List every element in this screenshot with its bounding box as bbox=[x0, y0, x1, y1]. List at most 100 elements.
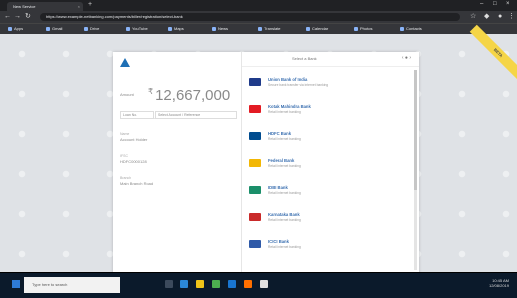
bank-option[interactable]: Union Bank of India Secure bank transfer … bbox=[242, 72, 412, 98]
bookmark-label: YouTube bbox=[132, 26, 148, 31]
bookmark-label: Apps bbox=[14, 26, 24, 31]
app-icon[interactable] bbox=[260, 280, 268, 288]
amount-value: 12,667,000 bbox=[155, 87, 231, 104]
bookmark-item[interactable]: News bbox=[212, 26, 228, 32]
tab-title: New Service bbox=[13, 4, 36, 9]
menu-icon[interactable]: ⋮ bbox=[508, 13, 515, 21]
bookmark-item[interactable]: Photos bbox=[354, 26, 372, 32]
bank-logo-icon bbox=[249, 213, 261, 221]
bank-description: Retail internet banking bbox=[268, 164, 301, 168]
currency-symbol: ₹ bbox=[148, 87, 154, 96]
task-view-icon[interactable] bbox=[165, 280, 173, 288]
bookmark-item[interactable]: Contacts bbox=[400, 26, 422, 32]
minimize-icon[interactable]: – bbox=[480, 1, 483, 7]
field-value: Account Holder bbox=[120, 137, 148, 142]
bank-description: Retail internet banking bbox=[268, 110, 301, 114]
bookmark-label: Translate bbox=[264, 26, 281, 31]
profile-icon[interactable]: ● bbox=[498, 13, 502, 21]
amount-label: Amount bbox=[120, 92, 134, 97]
close-icon[interactable]: × bbox=[78, 2, 80, 11]
bank-picker-header: Select a Bank ‹ ● › bbox=[242, 52, 419, 67]
pager-controls[interactable]: ‹ ● › bbox=[402, 55, 411, 61]
bank-description: Retail internet banking bbox=[268, 245, 301, 249]
field-value: Main Branch Road bbox=[120, 181, 154, 186]
bookmark-label: Gmail bbox=[52, 26, 63, 31]
window-close-icon[interactable]: × bbox=[506, 1, 510, 7]
address-bar-row: ← → ↻ https://www.example-netbanking.com… bbox=[0, 11, 517, 23]
maximize-icon[interactable]: □ bbox=[493, 1, 497, 7]
bank-name: Karnataka Bank bbox=[268, 212, 300, 217]
app-logo-icon bbox=[120, 58, 130, 67]
field-value: HDFC0000128 bbox=[120, 159, 147, 164]
bank-option[interactable]: HDFC Bank Retail internet banking bbox=[242, 126, 412, 152]
chrome-icon[interactable] bbox=[212, 280, 220, 288]
bookmark-item[interactable]: YouTube bbox=[126, 26, 148, 32]
bookmark-icon bbox=[84, 26, 88, 31]
bookmark-item[interactable]: Maps bbox=[168, 26, 184, 32]
bookmark-icon bbox=[168, 26, 172, 31]
bookmark-icon bbox=[258, 26, 262, 31]
edge-icon[interactable] bbox=[180, 280, 188, 288]
scrollbar-thumb[interactable] bbox=[414, 70, 417, 190]
browser-tab[interactable]: New Service × bbox=[7, 2, 83, 11]
bank-logo-icon bbox=[249, 132, 261, 140]
taskbar-search-input[interactable]: Type here to search bbox=[24, 277, 120, 293]
beta-ribbon: BETA bbox=[469, 24, 517, 82]
bank-description: Secure bank transfer via internet bankin… bbox=[268, 83, 329, 87]
bookmark-item[interactable]: Calendar bbox=[306, 26, 328, 32]
bank-option[interactable]: Kotak Mahindra Bank Retail internet banki… bbox=[242, 99, 412, 125]
bank-option[interactable]: Karnataka Bank Retail internet banking bbox=[242, 207, 412, 233]
forward-icon[interactable]: → bbox=[14, 13, 21, 21]
back-icon[interactable]: ← bbox=[4, 13, 11, 21]
payment-card: Amount ₹12,667,000 Loan No. Select Accou… bbox=[113, 52, 419, 282]
amount-display: ₹12,667,000 bbox=[148, 87, 230, 104]
bank-name: Kotak Mahindra Bank bbox=[268, 104, 311, 109]
bookmark-icon bbox=[46, 26, 50, 31]
bookmark-icon bbox=[212, 26, 216, 31]
star-icon[interactable]: ☆ bbox=[470, 13, 476, 21]
bookmark-icon bbox=[400, 26, 404, 31]
bank-name: Union Bank of India bbox=[268, 77, 308, 82]
bookmark-icon bbox=[126, 26, 130, 31]
mail-icon[interactable] bbox=[228, 280, 236, 288]
extension-icon[interactable]: ◆ bbox=[484, 13, 489, 21]
bank-name: ICICI Bank bbox=[268, 239, 289, 244]
bank-name: IDBI Bank bbox=[268, 185, 288, 190]
windows-start-icon[interactable] bbox=[12, 280, 20, 288]
bookmark-label: News bbox=[218, 26, 229, 31]
bookmark-item[interactable]: Apps bbox=[8, 26, 23, 32]
file-explorer-icon[interactable] bbox=[196, 280, 204, 288]
bookmark-icon bbox=[8, 26, 12, 31]
bookmark-label: Maps bbox=[174, 26, 184, 31]
reload-icon[interactable]: ↻ bbox=[25, 13, 31, 21]
bank-logo-icon bbox=[249, 78, 261, 86]
url-input[interactable]: https://www.example-netbanking.com/payme… bbox=[40, 13, 460, 21]
bank-picker-title: Select a Bank bbox=[292, 56, 317, 61]
bookmark-item[interactable]: Translate bbox=[258, 26, 281, 32]
bank-logo-icon bbox=[249, 186, 261, 194]
bookmark-item[interactable]: Drive bbox=[84, 26, 99, 32]
branch-field: Branch Main Branch Road bbox=[120, 176, 153, 186]
ifsc-field: IFSC HDFC0000128 bbox=[120, 154, 147, 164]
scrollbar[interactable] bbox=[414, 70, 417, 270]
bank-description: Retail internet banking bbox=[268, 218, 301, 222]
account-select[interactable]: Select Account / Reference bbox=[155, 111, 237, 119]
bookmarks-bar: Apps Gmail Drive YouTube Maps News Translate Ca… bbox=[0, 23, 517, 34]
bank-option[interactable]: Federal Bank Retail internet banking bbox=[242, 153, 412, 179]
bookmark-label: Drive bbox=[90, 26, 100, 31]
store-icon[interactable] bbox=[244, 280, 252, 288]
loan-number-field[interactable]: Loan No. bbox=[120, 111, 154, 119]
clock-date: 12/08/2019 bbox=[488, 283, 509, 288]
bank-option[interactable]: ICICI Bank Retail internet banking bbox=[242, 234, 412, 260]
bookmark-label: Photos bbox=[360, 26, 373, 31]
bookmark-icon bbox=[354, 26, 358, 31]
page-background: BETA Amount ₹12,667,000 Loan No. Select … bbox=[0, 24, 517, 282]
new-tab-icon[interactable]: + bbox=[88, 1, 92, 8]
bank-option[interactable]: IDBI Bank Retail internet banking bbox=[242, 180, 412, 206]
bookmark-item[interactable]: Gmail bbox=[46, 26, 62, 32]
browser-tab-bar: New Service × + – □ × bbox=[0, 0, 517, 11]
bank-description: Retail internet banking bbox=[268, 191, 301, 195]
bank-picker-panel: Select a Bank ‹ ● › Union Bank of India S… bbox=[242, 52, 419, 282]
system-tray-clock[interactable]: 10:45 AM 12/08/2019 bbox=[489, 278, 509, 288]
bank-logo-icon bbox=[249, 105, 261, 113]
